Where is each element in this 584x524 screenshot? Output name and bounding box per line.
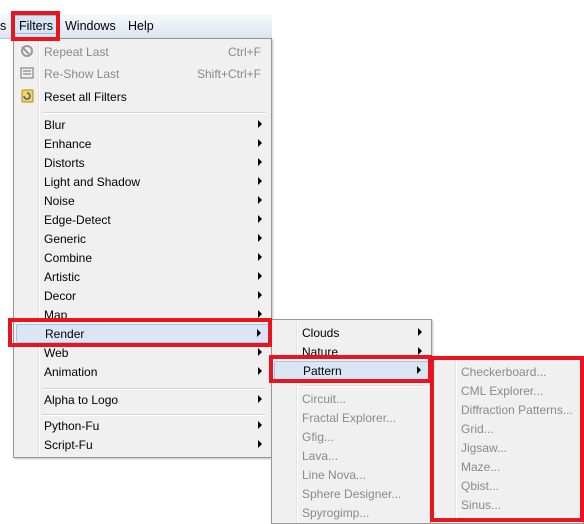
menu-item-web[interactable]: Web <box>16 343 269 362</box>
render-submenu: Clouds Nature Pattern Circuit... Fractal Ex… <box>271 319 432 524</box>
render-item-sphere-designer[interactable]: Sphere Designer... <box>274 484 429 503</box>
menu-windows[interactable]: Windows <box>65 19 116 33</box>
menu-item-repeat-last[interactable]: Repeat Last Ctrl+F <box>16 42 269 61</box>
chevron-right-icon <box>258 367 262 375</box>
submenu-item-clouds[interactable]: Clouds <box>274 323 429 342</box>
chevron-right-icon <box>417 366 421 374</box>
separator <box>300 385 426 387</box>
pattern-item-jigsaw[interactable]: Jigsaw... <box>433 438 581 457</box>
menu-item-decor[interactable]: Decor <box>16 286 269 305</box>
chevron-right-icon <box>258 215 262 223</box>
menu-item-generic[interactable]: Generic <box>16 229 269 248</box>
chevron-right-icon <box>257 329 261 337</box>
pattern-item-maze[interactable]: Maze... <box>433 457 581 476</box>
submenu-item-pattern[interactable]: Pattern <box>274 361 429 380</box>
chevron-right-icon <box>258 310 262 318</box>
chevron-right-icon <box>258 348 262 356</box>
menu-item-artistic[interactable]: Artistic <box>16 267 269 286</box>
menu-item-reset-all-filters[interactable]: Reset all Filters <box>16 87 269 106</box>
chevron-right-icon <box>258 440 262 448</box>
pattern-submenu: Checkerboard... CML Explorer... Diffractio… <box>430 356 584 524</box>
render-item-circuit[interactable]: Circuit... <box>274 389 429 408</box>
chevron-right-icon <box>258 120 262 128</box>
chevron-right-icon <box>258 177 262 185</box>
chevron-right-icon <box>258 253 262 261</box>
reshow-icon <box>20 67 34 79</box>
render-item-lava[interactable]: Lava... <box>274 446 429 465</box>
chevron-right-icon <box>258 395 262 403</box>
chevron-right-icon <box>258 272 262 280</box>
menu-item-render[interactable]: Render <box>16 324 269 343</box>
menubar-partial-item[interactable]: s <box>0 19 6 33</box>
menu-item-distorts[interactable]: Distorts <box>16 153 269 172</box>
menu-item-python-fu[interactable]: Python-Fu <box>16 416 269 435</box>
reset-icon <box>21 89 34 103</box>
menu-item-combine[interactable]: Combine <box>16 248 269 267</box>
render-item-fractal-explorer[interactable]: Fractal Explorer... <box>274 408 429 427</box>
filters-menu: Repeat Last Ctrl+F Re-Show Last Shift+Ct… <box>13 38 272 458</box>
menu-item-map[interactable]: Map <box>16 305 269 324</box>
render-item-line-nova[interactable]: Line Nova... <box>274 465 429 484</box>
chevron-right-icon <box>258 234 262 242</box>
render-item-gfig[interactable]: Gfig... <box>274 427 429 446</box>
pattern-item-grid[interactable]: Grid... <box>433 419 581 438</box>
menu-item-alpha-to-logo[interactable]: Alpha to Logo <box>16 390 269 409</box>
chevron-right-icon <box>258 196 262 204</box>
pattern-item-sinus[interactable]: Sinus... <box>433 495 581 514</box>
menu-filters[interactable]: Filters <box>13 15 60 34</box>
pattern-item-diffraction-patterns[interactable]: Diffraction Patterns... <box>433 400 581 419</box>
menu-item-reshow-last[interactable]: Re-Show Last Shift+Ctrl+F <box>16 64 269 83</box>
menu-item-blur[interactable]: Blur <box>16 115 269 134</box>
menu-item-animation[interactable]: Animation <box>16 362 269 381</box>
chevron-right-icon <box>418 347 422 355</box>
chevron-right-icon <box>258 158 262 166</box>
menu-item-script-fu[interactable]: Script-Fu <box>16 435 269 454</box>
menubar: s Filters Windows Help <box>0 14 272 39</box>
menu-item-noise[interactable]: Noise <box>16 191 269 210</box>
menu-item-enhance[interactable]: Enhance <box>16 134 269 153</box>
pattern-item-cml-explorer[interactable]: CML Explorer... <box>433 381 581 400</box>
chevron-right-icon <box>258 421 262 429</box>
menu-help[interactable]: Help <box>128 19 154 33</box>
chevron-right-icon <box>418 328 422 336</box>
chevron-right-icon <box>258 139 262 147</box>
repeat-icon <box>21 45 33 57</box>
pattern-item-checkerboard[interactable]: Checkerboard... <box>433 362 581 381</box>
render-item-spyrogimp[interactable]: Spyrogimp... <box>274 503 429 522</box>
chevron-right-icon <box>258 291 262 299</box>
menu-item-light-and-shadow[interactable]: Light and Shadow <box>16 172 269 191</box>
pattern-item-qbist[interactable]: Qbist... <box>433 476 581 495</box>
submenu-item-nature[interactable]: Nature <box>274 342 429 361</box>
separator <box>42 112 266 114</box>
menu-item-edge-detect[interactable]: Edge-Detect <box>16 210 269 229</box>
